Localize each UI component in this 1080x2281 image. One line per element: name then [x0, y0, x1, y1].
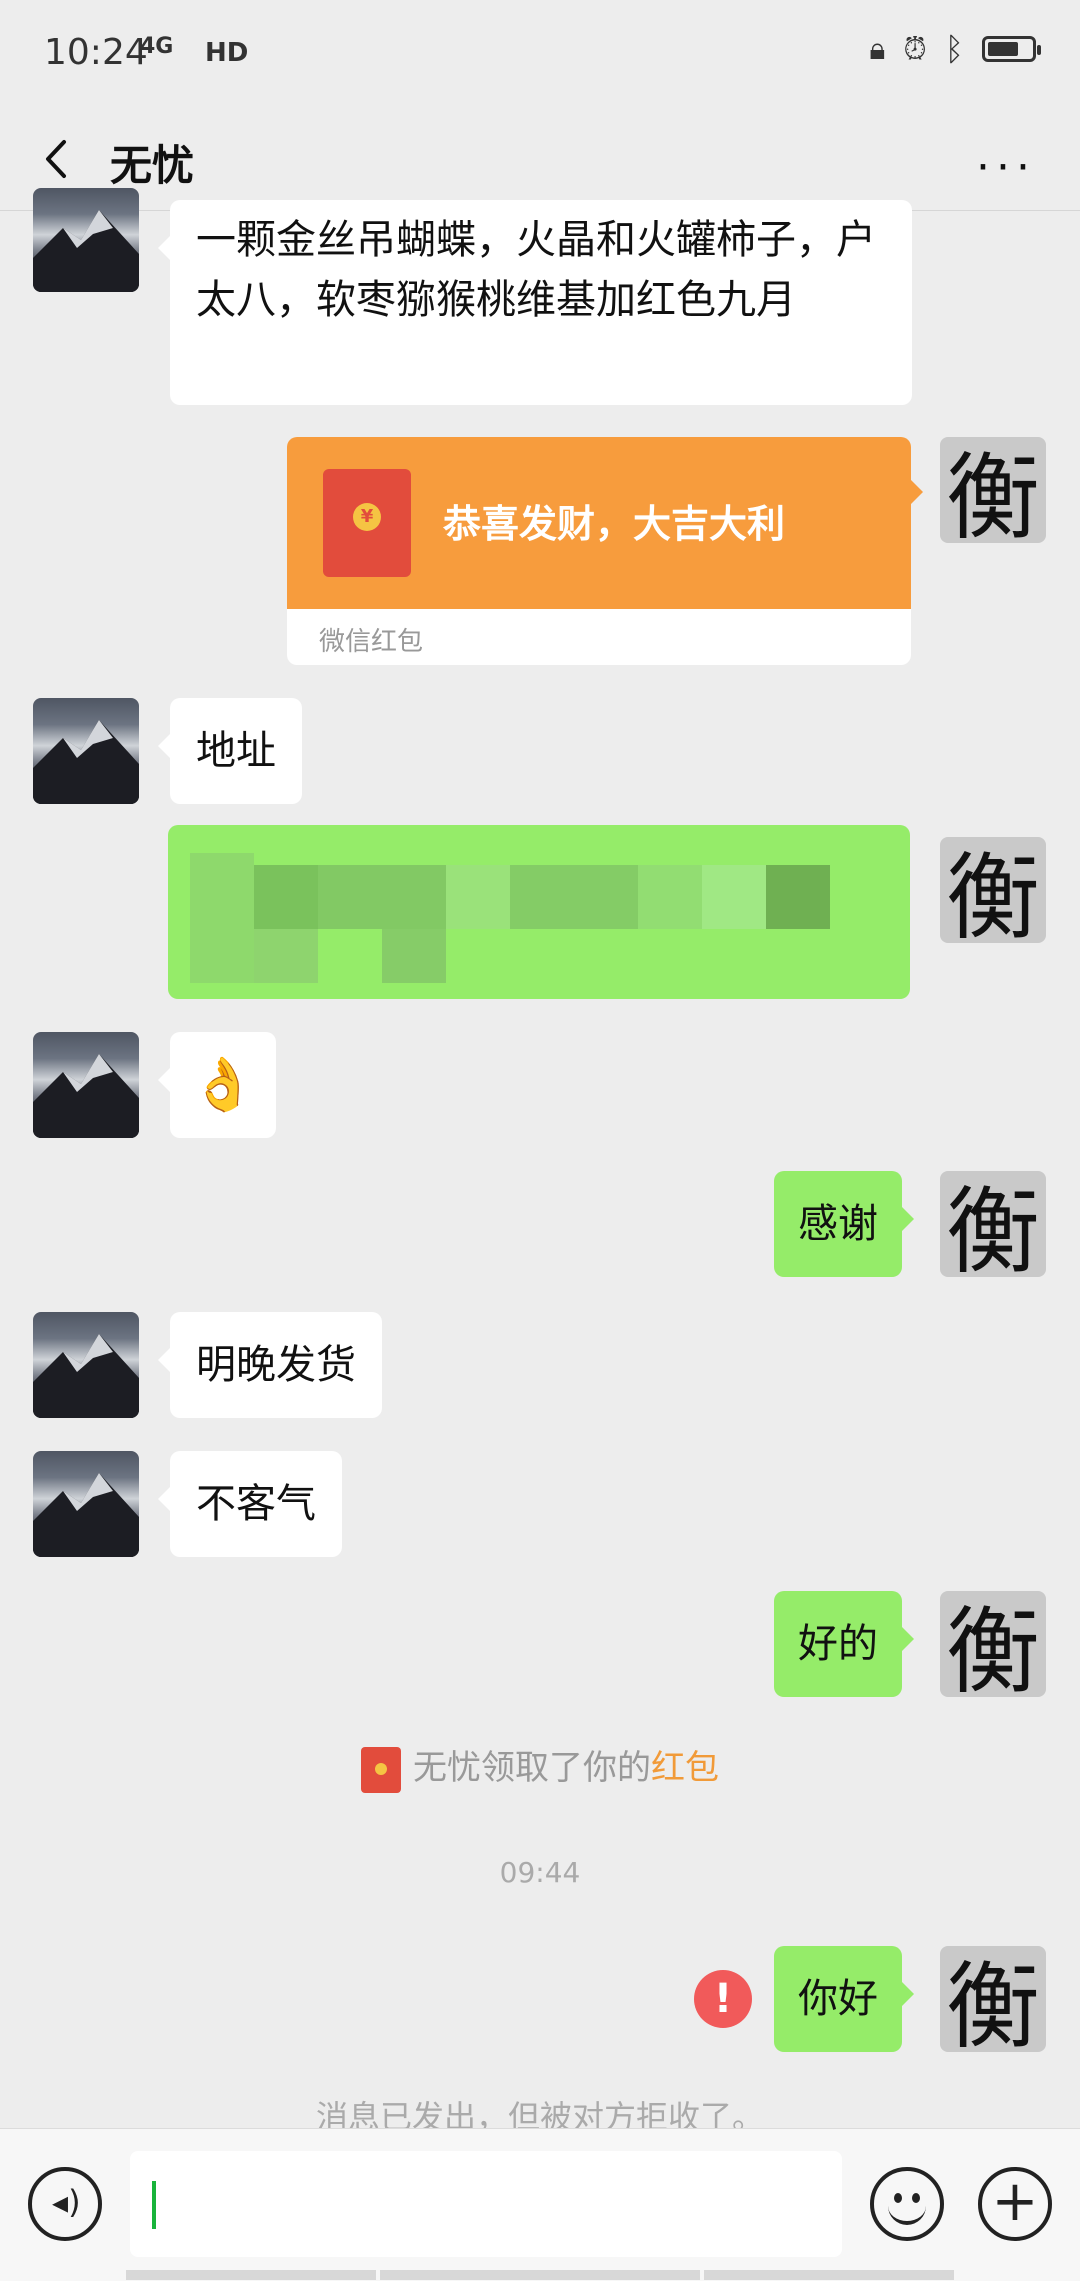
more-icon[interactable]: ··· — [976, 142, 1036, 193]
red-packet-link[interactable]: 红包 — [651, 1748, 719, 1788]
bluetooth-icon: ᛒ — [944, 30, 964, 68]
red-packet-footer: 微信红包 — [319, 627, 424, 657]
self-avatar[interactable]: 衡 — [940, 1171, 1046, 1277]
nav-hint — [380, 2270, 700, 2280]
red-envelope-icon — [361, 1746, 401, 1793]
contact-avatar[interactable] — [33, 698, 139, 804]
lock-icon: 🔒︎ — [869, 31, 886, 67]
chat-header: 无忧 ··· — [0, 110, 1080, 211]
status-time: 10:24 — [44, 32, 148, 73]
hd-indicator: HD — [205, 38, 249, 68]
red-packet-label: 恭喜发财，大吉大利 — [443, 502, 786, 546]
network-indicator: 4G — [140, 34, 174, 59]
chat-title: 无忧 — [110, 141, 195, 190]
self-avatar[interactable]: 衡 — [940, 437, 1046, 543]
contact-avatar[interactable] — [33, 188, 139, 292]
emoji-icon[interactable] — [870, 2167, 944, 2241]
nav-hint — [704, 2270, 954, 2280]
status-bar: 10:24 4G HD 🔒︎ ⏰︎ ᛒ — [0, 0, 1080, 110]
message-bubble-incoming[interactable]: 明晚发货 — [158, 1312, 382, 1418]
message-bubble-incoming[interactable]: 地址 — [158, 698, 302, 804]
input-bar: ◂) + — [0, 2128, 1080, 2281]
red-packet-claimed-notice: 无忧领取了你的红包 — [0, 1740, 1080, 1793]
red-packet-message[interactable]: ¥ 恭喜发财，大吉大利 微信红包 — [287, 437, 911, 665]
send-failed-icon[interactable]: ! — [694, 1970, 752, 2028]
voice-icon[interactable]: ◂) — [28, 2167, 102, 2241]
message-bubble-outgoing[interactable]: 好的 — [774, 1591, 914, 1697]
status-icons: 🔒︎ ⏰︎ ᛒ — [869, 30, 1041, 68]
self-avatar[interactable]: 衡 — [940, 1591, 1046, 1697]
nav-hint — [126, 2270, 376, 2280]
message-input[interactable] — [130, 2151, 842, 2257]
message-bubble-outgoing[interactable]: 你好 — [774, 1946, 914, 2052]
plus-icon[interactable]: + — [978, 2167, 1052, 2241]
alarm-icon: ⏰︎ — [903, 31, 927, 67]
red-envelope-icon: ¥ — [323, 469, 411, 577]
contact-avatar[interactable] — [33, 1032, 139, 1138]
battery-icon — [982, 36, 1041, 62]
self-avatar[interactable]: 衡 — [940, 837, 1046, 943]
chevron-left-icon[interactable] — [34, 134, 84, 184]
contact-avatar[interactable] — [33, 1312, 139, 1418]
message-bubble-outgoing[interactable]: 感谢 — [774, 1171, 914, 1277]
self-avatar[interactable]: 衡 — [940, 1946, 1046, 2052]
timestamp: 09:44 — [499, 1856, 581, 1889]
message-bubble-incoming[interactable]: 一颗金丝吊蝴蝶，火晶和火罐柿子，户太八，软枣猕猴桃维基加红色九月 — [158, 200, 912, 405]
message-bubble-incoming[interactable]: 👌 — [158, 1032, 276, 1138]
text-cursor — [152, 2181, 156, 2229]
message-bubble-incoming[interactable]: 不客气 — [158, 1451, 342, 1557]
blurred-message[interactable] — [168, 825, 910, 999]
contact-avatar[interactable] — [33, 1451, 139, 1557]
